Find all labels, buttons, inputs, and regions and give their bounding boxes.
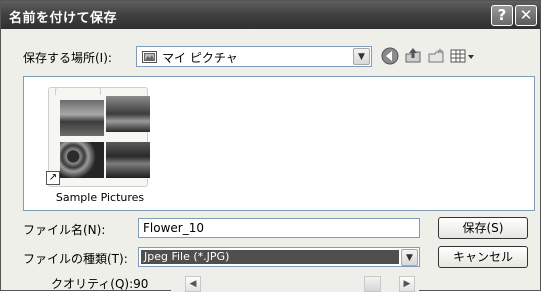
quality-decrease-button[interactable]: ◀ — [185, 276, 201, 292]
folder-tab — [55, 87, 101, 95]
close-button[interactable]: ✕ — [515, 5, 537, 26]
location-label: 保存する場所(I): — [23, 51, 112, 65]
new-folder-icon[interactable] — [426, 46, 446, 66]
chevron-down-icon[interactable]: ▼ — [401, 249, 418, 266]
list-item-label: Sample Pictures — [55, 191, 145, 204]
thumbnail-image — [60, 142, 104, 178]
chevron-down-icon[interactable]: ▼ — [353, 48, 370, 65]
thumbnail-image — [60, 100, 104, 136]
filetype-value: Jpeg File (*.JPG) — [141, 250, 399, 264]
filename-field[interactable]: Flower_10 — [138, 218, 420, 238]
quality-increase-button[interactable]: ▶ — [399, 276, 415, 292]
my-pictures-folder-icon — [142, 51, 157, 63]
quality-slider[interactable]: ◀ ▶ — [171, 276, 419, 292]
title-bar[interactable]: 名前を付けて保存 ? ✕ — [1, 1, 540, 29]
save-button[interactable]: 保存(S) — [438, 217, 528, 239]
file-list[interactable]: ↗ Sample Pictures — [23, 76, 535, 211]
quality-slider-thumb[interactable] — [363, 276, 381, 292]
location-combo[interactable]: マイ ピクチャ ▼ — [136, 46, 372, 67]
thumbnail-image — [106, 96, 150, 132]
thumbnail-image — [106, 142, 150, 178]
help-button[interactable]: ? — [491, 5, 513, 26]
shortcut-arrow-icon: ↗ — [46, 171, 60, 185]
quality-label: クオリティ(Q):90 — [51, 277, 149, 291]
filetype-label: ファイルの種類(T): — [23, 252, 128, 266]
save-as-dialog: 名前を付けて保存 ? ✕ 保存する場所(I): マイ ピクチャ ▼ ↗ Samp… — [0, 0, 541, 292]
location-value: マイ ピクチャ — [162, 51, 238, 65]
cancel-button[interactable]: キャンセル — [438, 246, 528, 268]
up-folder-icon[interactable] — [403, 46, 423, 66]
folder-with-thumbnails-icon — [48, 87, 150, 187]
list-item[interactable]: ↗ Sample Pictures — [42, 87, 154, 207]
filename-label: ファイル名(N): — [23, 223, 106, 237]
view-menu-icon[interactable] — [449, 46, 477, 66]
back-icon[interactable] — [380, 46, 400, 66]
window-title: 名前を付けて保存 — [9, 11, 118, 26]
filetype-select[interactable]: Jpeg File (*.JPG) ▼ — [138, 247, 420, 267]
